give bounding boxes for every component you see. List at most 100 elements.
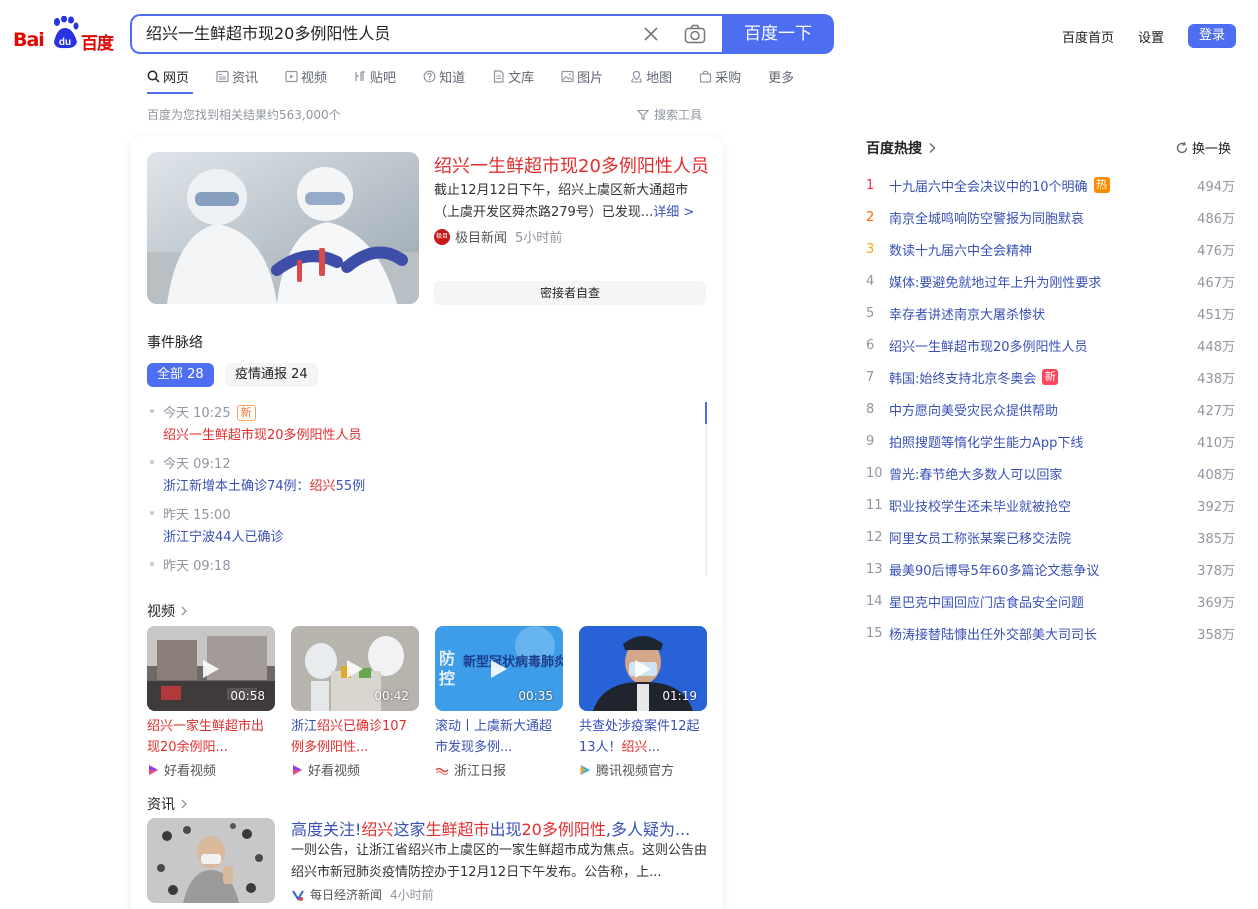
video-card[interactable]: 00:42 浙江绍兴已确诊107例多例阳性... 好看视频: [291, 626, 419, 779]
hot-search-item[interactable]: 4 媒体:要避免就地过年上升为刚性要求 467万: [866, 265, 1236, 297]
tab-wenku[interactable]: 文库: [492, 66, 534, 86]
search-input[interactable]: 绍兴一生鲜超市现20多例阳性人员: [146, 16, 626, 52]
timeline-text[interactable]: 浙江宁波44人已确诊: [163, 526, 284, 545]
tab-zhidao[interactable]: 知道: [423, 66, 465, 86]
source-name[interactable]: 极目新闻: [455, 227, 507, 246]
news-title[interactable]: 高度关注!绍兴这家生鲜超市出现20多例阳性,多人疑为...: [291, 816, 690, 840]
refresh-button[interactable]: 换一换: [1175, 138, 1231, 157]
news-heading[interactable]: 资讯: [147, 794, 189, 814]
hot-title[interactable]: 星巴克中国回应门店食品安全问题: [889, 592, 1084, 611]
videos-heading[interactable]: 视频: [147, 601, 189, 621]
hot-count: 438万: [1197, 371, 1235, 387]
timeline-text-highlight: 绍兴: [309, 479, 336, 494]
hot-search-item[interactable]: 1 十九届六中全会决议中的10个明确热 494万: [866, 169, 1236, 201]
hero-description-text: 截止12月12日下午，绍兴上虞区新大通超市（上虞开发区舜杰路279号）已发现..…: [434, 183, 689, 220]
video-duration: 00:42: [374, 689, 409, 703]
hero-title[interactable]: 绍兴一生鲜超市现20多例阳性人员: [434, 152, 709, 178]
video-card[interactable]: 01:19 共查处涉疫案件12起13人！绍兴... 腾讯视频官方: [579, 626, 707, 779]
search-icon: [147, 70, 160, 83]
close-contact-check-button[interactable]: 密接者自查: [434, 281, 706, 305]
timeline-text-b: 55例: [335, 479, 366, 494]
baidu-logo[interactable]: Bai du 百度: [13, 16, 117, 54]
doc-icon: [493, 69, 504, 83]
tab-purchase[interactable]: 采购: [699, 66, 741, 86]
hero-more-link[interactable]: 详细 >: [653, 205, 694, 220]
search-button[interactable]: 百度一下: [722, 14, 834, 54]
filter-all[interactable]: 全部 28: [147, 363, 214, 387]
tencent-video-icon: [580, 764, 590, 775]
timeline-dot: [150, 562, 154, 566]
hot-title[interactable]: 曾光:春节绝大多数人可以回家: [889, 464, 1062, 483]
tab-web[interactable]: 网页: [147, 66, 189, 86]
hot-title[interactable]: 最美90后博导5年60多篇论文惹争议: [889, 560, 1099, 579]
video-title-text: 绍兴一家生鲜超市: [147, 719, 252, 734]
search-tools-button[interactable]: 搜索工具: [637, 106, 702, 123]
clear-icon[interactable]: [642, 25, 660, 43]
source-logo: 极目: [434, 228, 450, 245]
hot-title[interactable]: 数读十九届六中全会精神: [889, 240, 1032, 259]
timeline-text[interactable]: 绍兴一生鲜超市现20多例阳性人员: [163, 424, 362, 443]
video-card[interactable]: 00:58 绍兴一家生鲜超市出现20余例阳... 好看视频: [147, 626, 275, 779]
hot-title[interactable]: 阿里女员工称张某案已移交法院: [889, 528, 1071, 547]
hot-search-item[interactable]: 13 最美90后博导5年60多篇论文惹争议 378万: [866, 553, 1236, 585]
hot-rank: 1: [866, 177, 875, 193]
chevron-right-icon: [929, 143, 936, 153]
filter-epidemic-report[interactable]: 疫情通报 24: [225, 363, 318, 387]
play-icon: [347, 660, 363, 678]
hot-title[interactable]: 南京全城鸣响防空警报为同胞默哀: [889, 208, 1084, 227]
hot-search-item[interactable]: 10 曾光:春节绝大多数人可以回家 408万: [866, 457, 1236, 489]
settings-link[interactable]: 设置: [1138, 27, 1164, 46]
timeline-text[interactable]: 浙江新增本土确诊74例：绍兴55例: [163, 475, 365, 494]
hot-search-item[interactable]: 8 中方愿向美受灾民众提供帮助 427万: [866, 393, 1236, 425]
news-title-highlight: 绍兴: [361, 820, 394, 839]
hot-title[interactable]: 职业技校学生还未毕业就被抢空: [889, 496, 1071, 515]
hot-search-item[interactable]: 15 杨涛接替陆慷出任外交部美大司司长 358万: [866, 617, 1236, 649]
tab-video[interactable]: 视频: [285, 66, 327, 86]
hot-title[interactable]: 幸存者讲述南京大屠杀惨状: [889, 304, 1045, 323]
tab-news[interactable]: 资讯: [216, 66, 258, 86]
hot-title[interactable]: 中方愿向美受灾民众提供帮助: [889, 400, 1058, 419]
hot-search-item[interactable]: 9 拍照搜题等惰化学生能力App下线 410万: [866, 425, 1236, 457]
hot-badge: 热: [1093, 177, 1110, 193]
news-image[interactable]: [147, 818, 275, 903]
login-button[interactable]: 登录: [1188, 24, 1236, 48]
video-source-name: 腾讯视频官方: [596, 764, 675, 779]
hot-search-item[interactable]: 14 星巴克中国回应门店食品安全问题 369万: [866, 585, 1236, 617]
tab-tieba[interactable]: 贴吧: [354, 66, 396, 86]
hot-search-heading[interactable]: 百度热搜: [866, 138, 938, 158]
hot-count: 378万: [1197, 563, 1235, 579]
hot-search-item[interactable]: 12 阿里女员工称张某案已移交法院 385万: [866, 521, 1236, 553]
hot-title[interactable]: 韩国:始终支持北京冬奥会: [889, 368, 1036, 387]
video-duration: 00:58: [230, 689, 265, 703]
tab-images[interactable]: 图片: [561, 66, 603, 86]
hot-search-item[interactable]: 11 职业技校学生还未毕业就被抢空 392万: [866, 489, 1236, 521]
video-card[interactable]: 防 控 新型冠状病毒肺炎疫情 00:35 滚动丨上虞新大通超市发现多例... 浙…: [435, 626, 563, 779]
hero-image[interactable]: [147, 152, 419, 304]
timeline-dot: [150, 511, 154, 515]
hot-search-item[interactable]: 3 数读十九届六中全会精神 476万: [866, 233, 1236, 265]
timeline-scrollbar[interactable]: [705, 402, 707, 576]
thumb-caption: 新型冠状病毒肺炎疫情: [463, 654, 563, 670]
hot-title[interactable]: 杨涛接替陆慷出任外交部美大司司长: [889, 624, 1097, 643]
play-icon: [203, 660, 219, 678]
hot-title[interactable]: 十九届六中全会决议中的10个明确: [889, 176, 1088, 195]
camera-icon[interactable]: [684, 24, 706, 44]
hot-rank: 6: [866, 337, 875, 353]
hot-title[interactable]: 拍照搜题等惰化学生能力App下线: [889, 432, 1083, 451]
timeline-heading: 事件脉络: [147, 335, 203, 351]
tab-more[interactable]: 更多: [768, 66, 794, 86]
news-event-card: 绍兴一生鲜超市现20多例阳性人员 截止12月12日下午，绍兴上虞区新大通超市（上…: [131, 136, 723, 909]
news-source-name[interactable]: 每日经济新闻: [310, 886, 382, 903]
nbd-icon: [292, 889, 304, 901]
hot-search-item[interactable]: 5 幸存者讲述南京大屠杀惨状 451万: [866, 297, 1236, 329]
timeline-scrollbar-thumb[interactable]: [705, 402, 707, 424]
hot-title[interactable]: 媒体:要避免就地过年上升为刚性要求: [889, 272, 1101, 291]
hot-search-item[interactable]: 6 绍兴一生鲜超市现20多例阳性人员 448万: [866, 329, 1236, 361]
hot-search-item[interactable]: 2 南京全城鸣响防空警报为同胞默哀 486万: [866, 201, 1236, 233]
home-link[interactable]: 百度首页: [1062, 27, 1114, 46]
search-box[interactable]: 绍兴一生鲜超市现20多例阳性人员: [130, 14, 724, 54]
hot-rank: 15: [866, 625, 883, 641]
hot-search-item[interactable]: 7 韩国:始终支持北京冬奥会新 438万: [866, 361, 1236, 393]
tab-map[interactable]: 地图: [630, 66, 672, 86]
hot-title[interactable]: 绍兴一生鲜超市现20多例阳性人员: [889, 336, 1088, 355]
